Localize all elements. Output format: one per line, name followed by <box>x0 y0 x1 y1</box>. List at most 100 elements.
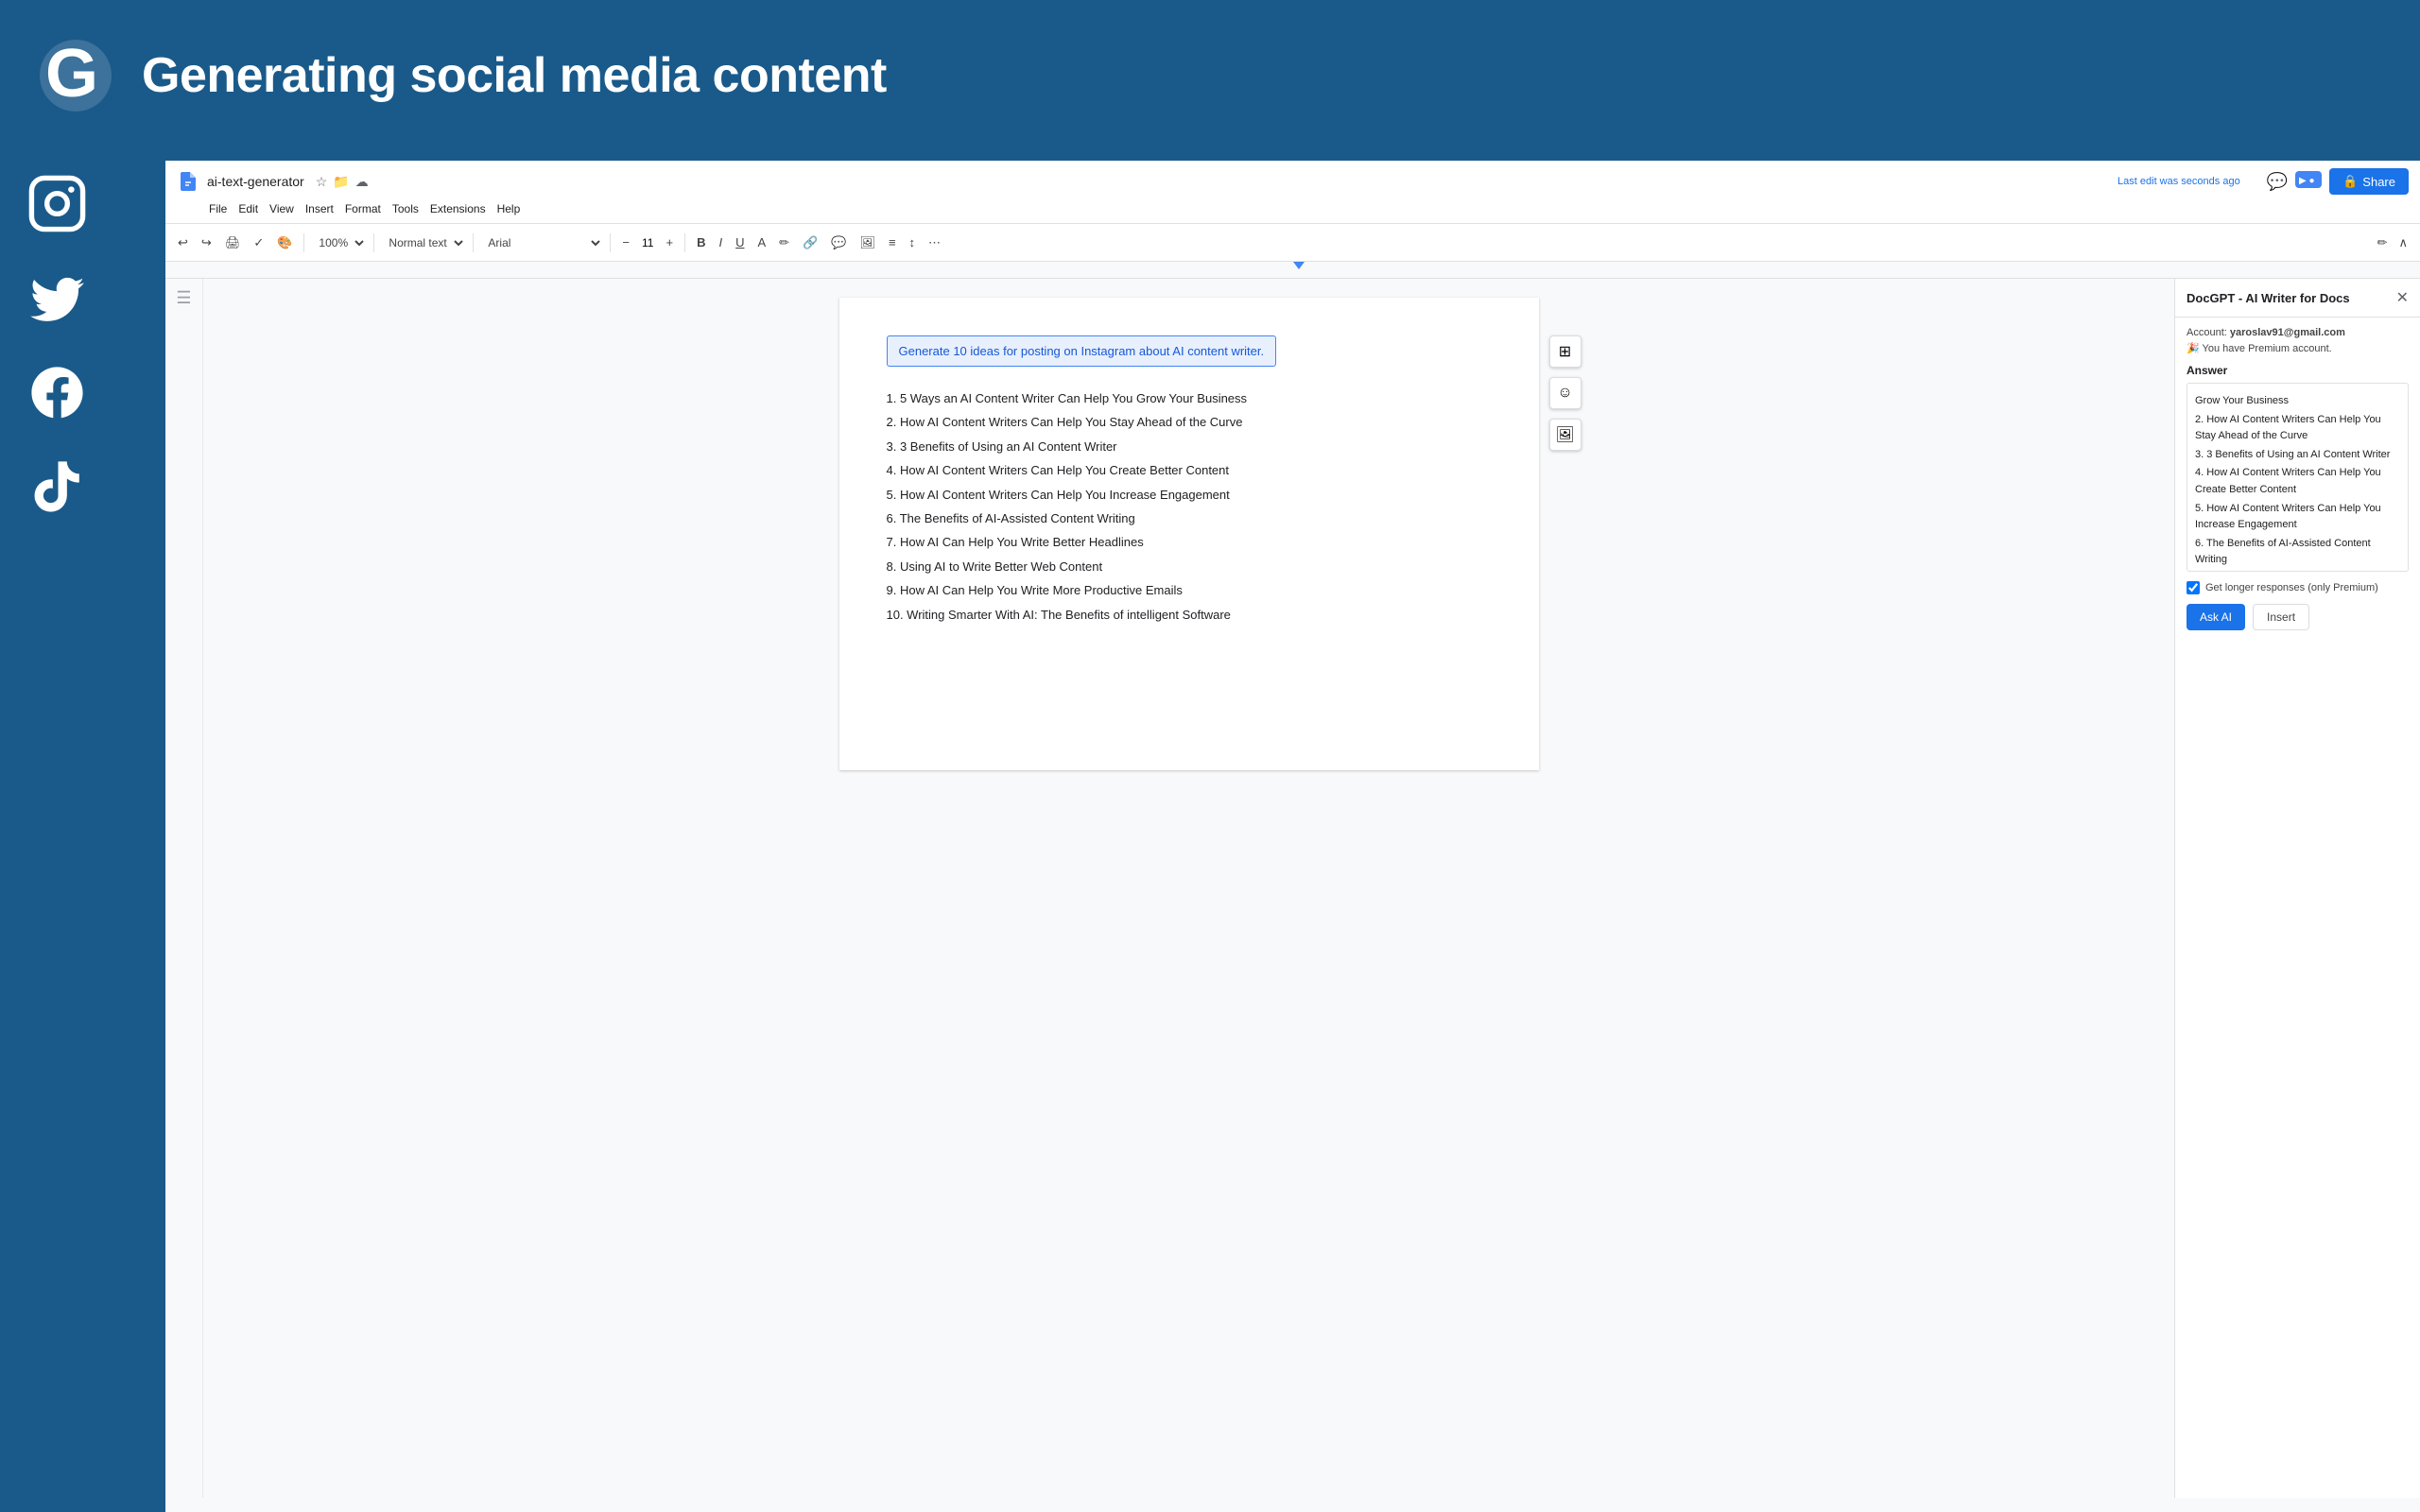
prompt-box: Generate 10 ideas for posting on Instagr… <box>887 335 1277 367</box>
toolbar-pencil-button[interactable]: ✏ <box>2373 232 2393 253</box>
doc-item-2: 2. How AI Content Writers Can Help You S… <box>887 411 1492 433</box>
svg-text:G: G <box>45 38 98 112</box>
doc-item-9: 9. How AI Can Help You Write More Produc… <box>887 579 1492 601</box>
longer-responses-label: Get longer responses (only Premium) <box>2205 582 2378 593</box>
docgpt-panel: DocGPT - AI Writer for Docs ✕ Account: y… <box>2174 279 2420 1498</box>
answer-item-2: 2. How AI Content Writers Can Help You S… <box>2195 412 2400 445</box>
comment-icon[interactable]: 💬 <box>2267 172 2288 192</box>
docgpt-account-row: Account: yaroslav91@gmail.com <box>2187 327 2409 338</box>
font-dropdown[interactable]: Arial Times New Roman Courier New <box>480 233 603 252</box>
doc-content: 1. 5 Ways an AI Content Writer Can Help … <box>887 387 1492 626</box>
docgpt-answer-box[interactable]: Grow Your Business 2. How AI Content Wri… <box>2187 383 2409 572</box>
docgpt-title: DocGPT - AI Writer for Docs <box>2187 291 2350 305</box>
svg-text:▶ ●: ▶ ● <box>2299 176 2315 186</box>
docs-file-icon <box>177 170 199 193</box>
style-dropdown[interactable]: Normal text Heading 1 Heading 2 <box>381 233 466 252</box>
toolbar-sep-5 <box>684 233 685 252</box>
answer-item-4: 4. How AI Content Writers Can Help You C… <box>2195 465 2400 498</box>
highlight-button[interactable]: ✏ <box>774 232 794 253</box>
redo-button[interactable]: ↪ <box>197 232 216 253</box>
image-insert-button[interactable]: 🖼 <box>1549 419 1582 451</box>
italic-button[interactable]: I <box>714 232 727 252</box>
docgpt-longer-responses-row: Get longer responses (only Premium) <box>2187 581 2409 594</box>
comment-add-button[interactable]: 💬 <box>826 232 851 253</box>
docs-toolbar: ↩ ↪ 🖨 ✓ 🎨 100% 75% 125% 150% Normal text… <box>165 224 2420 262</box>
menu-tools[interactable]: Tools <box>387 198 424 219</box>
google-logo-icon: G <box>38 38 113 113</box>
docgpt-body: Account: yaroslav91@gmail.com 🎉 You have… <box>2175 318 2420 1498</box>
docgpt-header: DocGPT - AI Writer for Docs ✕ <box>2175 279 2420 318</box>
zoom-dropdown[interactable]: 100% 75% 125% 150% <box>311 233 367 252</box>
lock-icon: 🔒 <box>2342 174 2358 189</box>
docs-menu-row: File Edit View Insert Format Tools Exten… <box>203 198 2409 223</box>
insert-button[interactable]: Insert <box>2253 604 2309 630</box>
answer-item-3: 3. 3 Benefits of Using an AI Content Wri… <box>2195 447 2400 464</box>
align-button[interactable]: ≡ <box>884 232 901 252</box>
docs-header-icons: ☆ 📁 ☁ <box>316 174 369 190</box>
twitter-icon[interactable] <box>24 265 90 331</box>
undo-button[interactable]: ↩ <box>173 232 193 253</box>
font-size-decrease[interactable]: − <box>617 232 634 252</box>
font-size-increase[interactable]: + <box>661 232 678 252</box>
paint-format-button[interactable]: 🎨 <box>272 232 297 253</box>
more-tools-button[interactable]: ⋯ <box>924 232 945 253</box>
docs-body: ☰ Generate 10 ideas for posting on Insta… <box>165 279 2420 1498</box>
toolbar-sep-3 <box>473 233 474 252</box>
answer-item-grow: Grow Your Business <box>2195 393 2400 410</box>
top-banner: G Generating social media content <box>0 0 1210 151</box>
facebook-icon[interactable] <box>24 359 90 425</box>
menu-insert[interactable]: Insert <box>300 198 339 219</box>
toolbar-expand: ✏ ∧ <box>2373 232 2412 253</box>
doc-page: Generate 10 ideas for posting on Instagr… <box>839 298 1539 770</box>
folder-icon[interactable]: 📁 <box>333 174 349 190</box>
answer-item-5: 5. How AI Content Writers Can Help You I… <box>2195 501 2400 534</box>
doc-item-7: 7. How AI Can Help You Write Better Head… <box>887 531 1492 553</box>
avatar-icon[interactable]: ▶ ● <box>2295 171 2322 193</box>
menu-file[interactable]: File <box>203 198 233 219</box>
toolbar-collapse-button[interactable]: ∧ <box>2394 232 2412 253</box>
doc-item-5: 5. How AI Content Writers Can Help You I… <box>887 484 1492 506</box>
banner-title: Generating social media content <box>142 47 887 104</box>
page-nav-icon: ☰ <box>176 288 191 308</box>
doc-item-4: 4. How AI Content Writers Can Help You C… <box>887 459 1492 481</box>
underline-button[interactable]: U <box>731 232 749 252</box>
line-spacing-button[interactable]: ↕ <box>905 232 921 252</box>
text-color-button[interactable]: A <box>752 232 770 252</box>
doc-item-10: 10. Writing Smarter With AI: The Benefit… <box>887 604 1492 626</box>
docs-header: ai-text-generator ☆ 📁 ☁ Last edit was se… <box>165 161 2420 224</box>
docs-filename: ai-text-generator <box>207 174 304 189</box>
add-table-button[interactable]: ⊞ <box>1549 335 1582 368</box>
float-actions: ⊞ ☺ 🖼 <box>1549 335 1582 451</box>
doc-item-8: 8. Using AI to Write Better Web Content <box>887 556 1492 577</box>
last-edit-status: Last edit was seconds ago <box>2118 176 2240 187</box>
instagram-icon[interactable] <box>24 170 90 236</box>
spell-check-button[interactable]: ✓ <box>249 232 268 253</box>
tiktok-icon[interactable] <box>24 454 90 520</box>
link-button[interactable]: 🔗 <box>798 232 822 253</box>
ask-ai-button[interactable]: Ask AI <box>2187 604 2245 630</box>
docs-page-area[interactable]: Generate 10 ideas for posting on Instagr… <box>203 279 2174 1498</box>
toolbar-sep-4 <box>610 233 611 252</box>
ruler-indent-marker[interactable] <box>1293 262 1305 269</box>
cloud-icon[interactable]: ☁ <box>355 174 369 190</box>
menu-format[interactable]: Format <box>339 198 387 219</box>
social-sidebar <box>24 170 90 520</box>
image-button[interactable]: 🖼 <box>855 232 880 253</box>
docgpt-buttons-row: Ask AI Insert <box>2187 604 2409 630</box>
longer-responses-checkbox[interactable] <box>2187 581 2200 594</box>
menu-help[interactable]: Help <box>492 198 527 219</box>
font-size-display: 11 <box>638 236 657 249</box>
print-button[interactable]: 🖨 <box>220 232 246 253</box>
share-button[interactable]: 🔒 Share <box>2329 168 2409 195</box>
docs-container: ai-text-generator ☆ 📁 ☁ Last edit was se… <box>165 161 2420 1512</box>
star-icon[interactable]: ☆ <box>316 174 328 190</box>
menu-edit[interactable]: Edit <box>233 198 264 219</box>
bold-button[interactable]: B <box>692 232 710 252</box>
emoji-button[interactable]: ☺ <box>1549 377 1582 409</box>
share-label: Share <box>2362 175 2395 189</box>
menu-view[interactable]: View <box>264 198 300 219</box>
docgpt-answer-label: Answer <box>2187 364 2409 377</box>
docgpt-close-button[interactable]: ✕ <box>2396 288 2409 307</box>
ruler-area <box>165 262 2420 279</box>
menu-extensions[interactable]: Extensions <box>424 198 492 219</box>
